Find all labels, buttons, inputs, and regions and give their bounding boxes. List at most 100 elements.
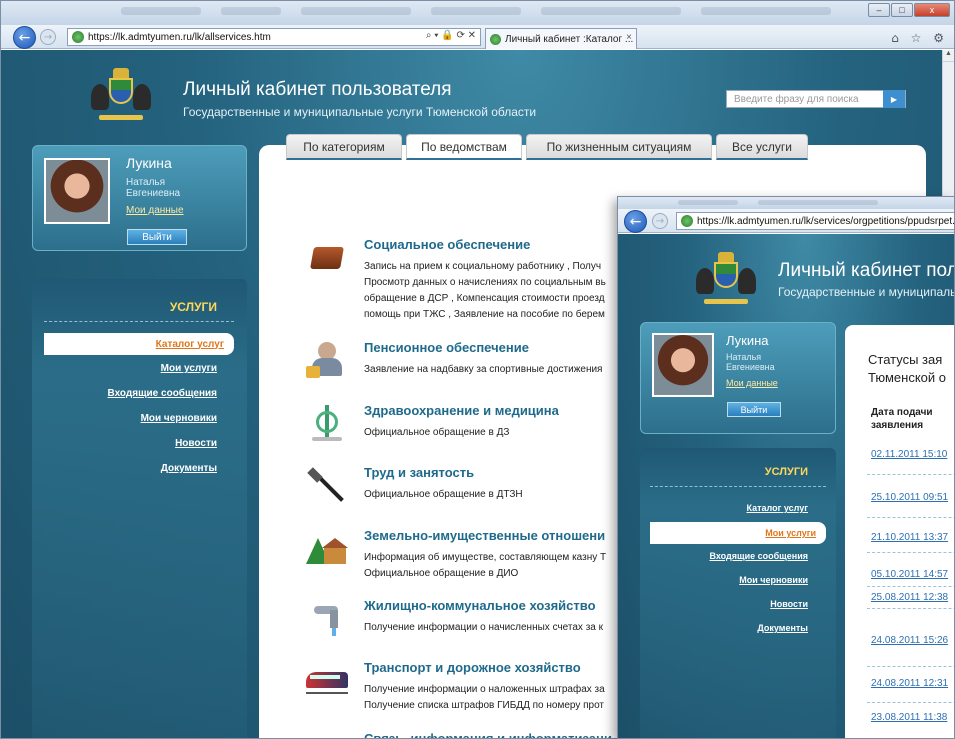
back-button[interactable]: ← (13, 26, 36, 49)
category-title[interactable]: Труд и занятость (364, 465, 474, 480)
menu-item-documents[interactable]: Документы (161, 463, 217, 474)
menu-item-documents[interactable]: Документы (757, 623, 808, 633)
category-title[interactable]: Социальное обеспечение (364, 237, 530, 252)
logout-button[interactable]: Выйти (727, 402, 781, 417)
menu-item-drafts[interactable]: Мои черновики (141, 413, 217, 424)
home-favorites-settings-icons[interactable]: ⌂ ☆ ⚙ (891, 31, 948, 45)
user-name: Наталья (126, 177, 166, 188)
title-bar: – □ x (1, 1, 954, 25)
site-icon (72, 31, 84, 43)
tab-all-services[interactable]: Все услуги (716, 134, 808, 160)
address-url[interactable]: https://lk.admtyumen.ru/lk/allservices.h… (88, 32, 271, 43)
row-divider (867, 702, 954, 703)
status-date-link[interactable]: 02.11.2011 15:10 (871, 449, 947, 460)
address-tools-icons[interactable]: ⌕ ▾ 🔒 ⟳ ✕ (426, 30, 476, 41)
category-title[interactable]: Пенсионное обеспечение (364, 340, 529, 355)
house-icon (306, 530, 348, 566)
address-bar[interactable]: https://lk.admtyumen.ru/lk/services/orgp… (676, 212, 954, 230)
category-title[interactable]: Земельно-имущественные отношени (364, 528, 605, 543)
tab-by-life-situation[interactable]: По жизненным ситуациям (526, 134, 712, 160)
avatar (44, 158, 110, 224)
pensioner-icon (306, 342, 348, 378)
category-title[interactable]: Связь, информация и информатизаци (364, 731, 612, 738)
site-title: Личный кабинет пол (778, 260, 955, 281)
menu-divider (44, 321, 234, 322)
menu-item-drafts[interactable]: Мои черновики (739, 575, 808, 585)
folder-icon (306, 239, 348, 275)
search-box[interactable]: Введите фразу для поиска ▶ (726, 90, 906, 108)
status-date-link[interactable]: 24.08.2011 15:26 (871, 635, 948, 646)
back-arrow-icon: ← (18, 29, 31, 46)
row-divider (867, 586, 954, 587)
forward-button[interactable]: → (652, 213, 668, 229)
row-divider (867, 666, 954, 667)
category-services: Официальное обращение в ДЗ (364, 427, 510, 438)
category-services: Официальное обращение в ДТЗН (364, 489, 523, 500)
row-divider (867, 517, 954, 518)
category-services: Запись на прием к социальному работнику … (364, 261, 606, 320)
faucet-icon (306, 600, 348, 636)
category-title[interactable]: Здравоохранение и медицина (364, 403, 559, 418)
page-viewport: Личный кабинет пол Государственные и мун… (618, 234, 955, 738)
avatar (652, 333, 714, 397)
my-data-link[interactable]: Мои данные (726, 378, 778, 388)
status-date-link[interactable]: 21.10.2011 13:37 (871, 532, 948, 543)
status-date-link[interactable]: 05.10.2011 14:57 (871, 569, 948, 580)
back-button[interactable]: ← (624, 210, 647, 233)
back-arrow-icon: ← (629, 213, 642, 230)
coat-of-arms-logo (91, 68, 151, 122)
title-bar (618, 197, 954, 209)
window-controls: – □ x (868, 3, 950, 17)
menu-divider (650, 486, 826, 487)
close-window-button[interactable]: x (914, 3, 950, 17)
maximize-button[interactable]: □ (891, 3, 913, 17)
site-title: Личный кабинет пользователя (183, 79, 452, 100)
site-subtitle: Государственные и муниципальн (778, 285, 955, 299)
tab-title: Личный кабинет :Каталог ... (505, 33, 634, 45)
menu-item-my-services[interactable]: Мои услуги (161, 363, 217, 374)
train-icon (306, 662, 348, 698)
forward-arrow-icon: → (655, 215, 665, 227)
tab-by-department[interactable]: По ведомствам (406, 134, 522, 160)
status-date-link[interactable]: 24.08.2011 12:31 (871, 678, 948, 689)
menu-item-catalog[interactable]: Каталог услуг (44, 333, 234, 355)
tab-by-category[interactable]: По категориям (286, 134, 402, 160)
menu-item-catalog[interactable]: Каталог услуг (746, 503, 808, 513)
search-go-icon[interactable]: ▶ (883, 90, 905, 108)
address-url[interactable]: https://lk.admtyumen.ru/lk/services/orgp… (697, 216, 954, 227)
navigation-toolbar: ← → https://lk.admtyumen.ru/lk/services/… (618, 209, 954, 233)
status-date-link[interactable]: 25.10.2011 09:51 (871, 492, 948, 503)
address-bar[interactable]: https://lk.admtyumen.ru/lk/allservices.h… (67, 28, 481, 46)
logout-button[interactable]: Выйти (127, 229, 187, 245)
user-surname: Лукина (126, 155, 172, 171)
menu-item-news[interactable]: Новости (175, 438, 217, 449)
menu-title: УСЛУГИ (169, 300, 217, 314)
my-data-link[interactable]: Мои данные (126, 205, 184, 216)
tab-site-icon (490, 33, 501, 45)
menu-item-my-services[interactable]: Мои услуги (650, 522, 826, 544)
menu-item-inbox[interactable]: Входящие сообщения (108, 388, 217, 399)
browser-tab[interactable]: Личный кабинет :Каталог ... × (485, 28, 637, 49)
category-services: Заявление на надбавку за спортивные дост… (364, 364, 603, 375)
site-subtitle: Государственные и муниципальные услуги Т… (183, 105, 537, 119)
tab-close-icon[interactable]: × (626, 32, 632, 43)
site-icon (681, 215, 693, 227)
category-services: Получение информации о начисленных счета… (364, 622, 603, 633)
coat-of-arms-logo (696, 252, 756, 306)
menu-item-inbox[interactable]: Входящие сообщения (709, 551, 808, 561)
category-title[interactable]: Жилищно-коммунальное хозяйство (364, 598, 596, 613)
menu-item-news[interactable]: Новости (770, 599, 808, 609)
category-services: Получение информации о наложенных штрафа… (364, 684, 605, 711)
category-title[interactable]: Транспорт и дорожное хозяйство (364, 660, 581, 675)
minimize-button[interactable]: – (868, 3, 890, 17)
category-services: Информация об имуществе, составляющем ка… (364, 552, 607, 579)
hammer-icon (306, 467, 348, 503)
scroll-up-icon[interactable]: ▲ (943, 50, 954, 62)
status-date-link[interactable]: 25.08.2011 12:38 (871, 592, 948, 603)
row-divider (867, 608, 954, 609)
user-patronymic: Евгениевна (126, 188, 181, 199)
status-date-link[interactable]: 23.08.2011 11:38 (871, 712, 947, 723)
row-divider (867, 474, 954, 475)
forward-button[interactable]: → (40, 29, 56, 45)
search-input[interactable]: Введите фразу для поиска (727, 94, 883, 105)
